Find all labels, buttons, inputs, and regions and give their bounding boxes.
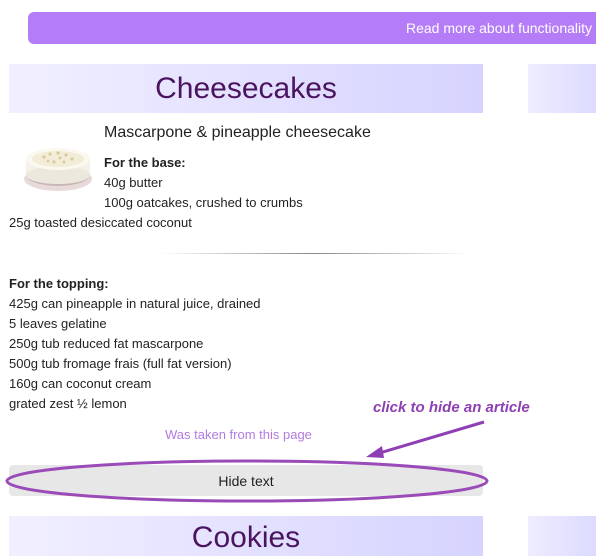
topping-item: 425g can pineapple in natural juice, dra… <box>9 296 261 311</box>
divider <box>160 253 470 254</box>
topping-heading: For the topping: <box>9 276 109 291</box>
section-title: Cheesecakes <box>155 72 337 105</box>
next-section-title: Cookies <box>191 521 301 554</box>
topping-item: 5 leaves gelatine <box>9 316 107 331</box>
topping-item: 500g tub fromage frais (full fat version… <box>9 356 232 371</box>
side-panel <box>528 516 596 556</box>
top-banner: Read more about functionality <box>28 12 596 44</box>
source-link[interactable]: Was taken from this page <box>165 427 312 442</box>
section-header-next: Cookies <box>9 516 483 556</box>
base-item: 40g butter <box>104 175 163 190</box>
cheesecake-image <box>20 135 96 197</box>
annotation-text: click to hide an article <box>373 399 530 416</box>
side-panel <box>528 64 596 113</box>
section-header-cheesecakes: Cheesecakes <box>9 64 483 113</box>
article-title: Mascarpone & pineapple cheesecake <box>104 124 371 141</box>
base-item: 100g oatcakes, crushed to crumbs <box>104 195 303 210</box>
hide-text-button[interactable]: Hide text <box>9 465 483 496</box>
topping-item: grated zest ½ lemon <box>9 396 127 411</box>
topping-item: 250g tub reduced fat mascarpone <box>9 336 204 351</box>
read-more-link[interactable]: Read more about functionality <box>406 20 592 36</box>
topping-item: 160g can coconut cream <box>9 376 152 391</box>
base-item: 25g toasted desiccated coconut <box>9 215 192 230</box>
base-heading: For the base: <box>104 155 186 170</box>
annotation-arrow-icon <box>366 420 485 458</box>
